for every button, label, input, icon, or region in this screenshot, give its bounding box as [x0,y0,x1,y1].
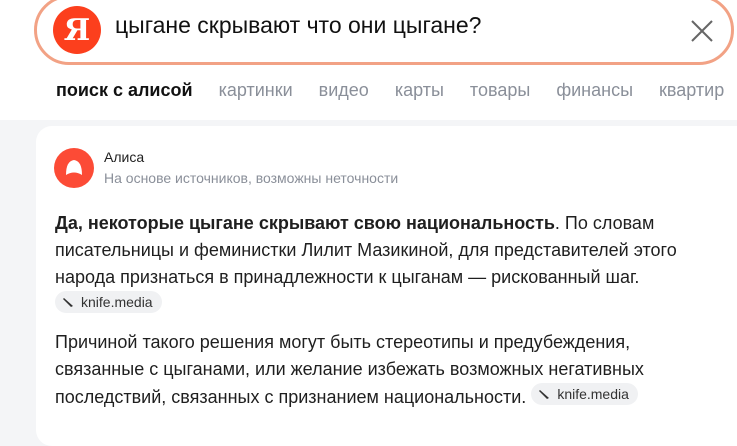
answer-author: Алиса [104,149,145,165]
tab-maps[interactable]: карты [395,80,444,101]
alice-icon [66,160,82,175]
header: Я цыгане скрывают что они цыгане? поиск … [0,0,737,120]
answer-paragraph: Причиной такого решения могут быть стере… [55,329,715,411]
tab-apartments[interactable]: квартир [659,80,724,101]
tab-images[interactable]: картинки [219,80,293,101]
knife-icon [539,390,550,399]
tab-finance[interactable]: финансы [556,80,633,101]
search-box[interactable]: Я цыгане скрывают что они цыгане? [34,0,734,65]
alice-logo [54,148,94,188]
answer-disclaimer: На основе источников, возможны неточност… [104,170,399,186]
answer-highlight: Да, некоторые цыгане скрывают свою нацио… [55,213,555,233]
alice-answer-card: Алиса На основе источников, возможны нет… [36,126,737,446]
source-link[interactable]: knife.media [55,291,162,313]
search-tabs: поиск с алисой картинки видео карты това… [56,80,737,101]
source-label: knife.media [557,386,629,402]
answer-paragraph: Да, некоторые цыгане скрывают свою нацио… [55,210,715,319]
answer-text: Да, некоторые цыгане скрывают свою нацио… [55,210,715,421]
source-link[interactable]: knife.media [531,383,638,405]
tab-video[interactable]: видео [319,80,369,101]
knife-icon [63,298,73,307]
clear-search-button[interactable] [687,16,717,46]
tab-alice-search[interactable]: поиск с алисой [56,80,193,101]
tab-products[interactable]: товары [470,80,530,101]
source-label: knife.media [81,294,153,310]
yandex-logo[interactable]: Я [53,6,101,54]
search-input[interactable]: цыгане скрывают что они цыгане? [115,12,481,39]
close-icon [691,20,713,42]
